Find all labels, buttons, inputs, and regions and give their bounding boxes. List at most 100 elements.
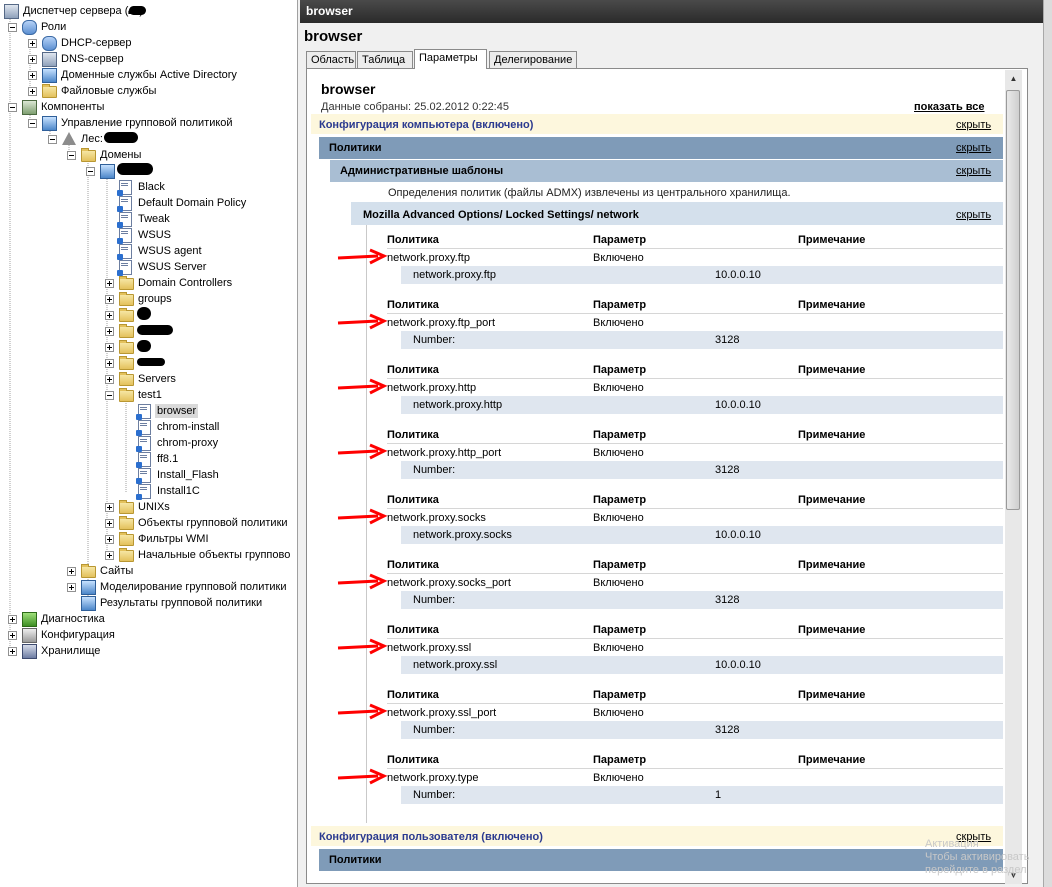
tree-node[interactable]: test1: [0, 387, 297, 403]
tree-node[interactable]: Default Domain Policy: [0, 195, 297, 212]
tree-node[interactable]: Black: [0, 179, 297, 196]
column-header-comment: Примечание: [798, 754, 866, 766]
column-header-setting: Параметр: [593, 624, 647, 636]
expand-plus-icon[interactable]: [105, 359, 114, 368]
expand-plus-icon[interactable]: [8, 615, 17, 624]
tree-node[interactable]: DNS-сервер: [0, 51, 297, 67]
expand-plus-icon[interactable]: [105, 375, 114, 384]
hide-policies-link[interactable]: скрыть: [956, 142, 991, 154]
expand-plus-icon[interactable]: [67, 567, 76, 576]
expand-plus-icon[interactable]: [28, 87, 37, 96]
tree-node[interactable]: Конфигурация: [0, 627, 297, 643]
tree-node-label: Servers: [138, 373, 176, 385]
tree-node[interactable]: DHCP-сервер: [0, 35, 297, 51]
tree-node[interactable]: ff8.1: [0, 451, 297, 468]
collapse-minus-icon[interactable]: [8, 23, 17, 32]
hide-computer-config-link[interactable]: скрыть: [956, 119, 991, 131]
expand-plus-icon[interactable]: [105, 343, 114, 352]
folder-icon: [42, 84, 57, 98]
show-all-link[interactable]: показать все: [914, 101, 985, 113]
tree-node[interactable]: Результаты групповой политики: [0, 595, 297, 611]
policy-value: 3128: [715, 464, 740, 476]
store-icon: [22, 644, 37, 659]
expand-plus-icon[interactable]: [105, 295, 114, 304]
expand-plus-icon[interactable]: [28, 71, 37, 80]
tree-node[interactable]: [0, 323, 297, 339]
policy-state: Включено: [593, 252, 644, 264]
expand-plus-icon[interactable]: [28, 55, 37, 64]
report-scrollbar[interactable]: ▲ ▼: [1005, 70, 1022, 884]
tree-node[interactable]: Начальные объекты группово: [0, 547, 297, 563]
expand-plus-icon[interactable]: [8, 647, 17, 656]
tree-node[interactable]: groups: [0, 291, 297, 307]
tree-node[interactable]: Servers: [0, 371, 297, 387]
scroll-up-arrow-icon[interactable]: ▲: [1005, 70, 1022, 87]
policy-name: network.proxy.http: [387, 382, 477, 394]
scroll-thumb[interactable]: [1006, 90, 1020, 510]
tree-node[interactable]: Файловые службы: [0, 83, 297, 99]
tree-node[interactable]: Диагностика: [0, 611, 297, 627]
tree-node[interactable]: Домены: [0, 147, 297, 163]
tab-scope[interactable]: Область: [306, 51, 356, 68]
folder-icon: [119, 372, 134, 386]
tree-node[interactable]: Tweak: [0, 211, 297, 228]
tree-node[interactable]: Роли: [0, 19, 297, 35]
expand-plus-icon[interactable]: [105, 279, 114, 288]
watermark-line: Активация: [925, 838, 979, 850]
tree-node[interactable]: Объекты групповой политики: [0, 515, 297, 531]
collapse-minus-icon[interactable]: [28, 119, 37, 128]
collapse-minus-icon[interactable]: [67, 151, 76, 160]
expand-plus-icon[interactable]: [105, 519, 114, 528]
tree-node[interactable]: chrom-install: [0, 419, 297, 436]
policy-value: 1: [715, 789, 722, 801]
tree-node-label: Управление групповой политикой: [61, 117, 233, 129]
tree-node[interactable]: [0, 339, 297, 355]
expand-plus-icon[interactable]: [105, 535, 114, 544]
tab-settings[interactable]: Параметры: [414, 49, 487, 69]
collapse-minus-icon[interactable]: [8, 103, 17, 112]
column-header-policy: Политика: [387, 234, 439, 246]
tree-node-label: Файловые службы: [61, 85, 157, 97]
hide-category-link[interactable]: скрыть: [956, 209, 991, 221]
expand-plus-icon[interactable]: [28, 39, 37, 48]
column-header-comment: Примечание: [798, 364, 866, 376]
tree-node[interactable]: Управление групповой политикой: [0, 115, 297, 131]
tree-node[interactable]: Диспетчер сервера (▬): [0, 3, 297, 19]
expand-plus-icon[interactable]: [105, 551, 114, 560]
expand-plus-icon[interactable]: [105, 503, 114, 512]
tree-node[interactable]: chrom-proxy: [0, 435, 297, 452]
expand-plus-icon[interactable]: [105, 327, 114, 336]
tree-node[interactable]: Хранилище: [0, 643, 297, 659]
tree-node[interactable]: Domain Controllers: [0, 275, 297, 291]
tree-node[interactable]: Сайты: [0, 563, 297, 579]
collapse-minus-icon[interactable]: [105, 391, 114, 400]
tree-node[interactable]: Лес:: [0, 131, 297, 147]
tree-node[interactable]: WSUS: [0, 227, 297, 244]
tree-node[interactable]: Компоненты: [0, 99, 297, 115]
collapse-minus-icon[interactable]: [86, 167, 95, 176]
expand-plus-icon[interactable]: [8, 631, 17, 640]
tree-node[interactable]: [0, 307, 297, 323]
expand-plus-icon[interactable]: [105, 311, 114, 320]
collapse-minus-icon[interactable]: [48, 135, 57, 144]
tab-delegation[interactable]: Делегирование: [489, 51, 577, 68]
tree-node[interactable]: Install1C: [0, 483, 297, 500]
tree-node[interactable]: WSUS agent: [0, 243, 297, 260]
tree-node[interactable]: WSUS Server: [0, 259, 297, 276]
window-scrollbar[interactable]: [1043, 0, 1052, 887]
hide-admin-templates-link[interactable]: скрыть: [956, 165, 991, 177]
tree-node[interactable]: Install_Flash: [0, 467, 297, 484]
tree-node[interactable]: browser: [0, 403, 297, 420]
tree-node[interactable]: Моделирование групповой политики: [0, 579, 297, 595]
policies-bar: [319, 137, 1003, 159]
folder-icon: [119, 308, 134, 322]
tree-node[interactable]: UNIXs: [0, 499, 297, 515]
console-tree[interactable]: Диспетчер сервера (▬) Роли DHCP-сервер DNS-…: [0, 0, 298, 887]
expand-plus-icon[interactable]: [67, 583, 76, 592]
tree-node[interactable]: Фильтры WMI: [0, 531, 297, 547]
tree-node-label: UNIXs: [138, 501, 170, 513]
tree-node[interactable]: [0, 355, 297, 371]
tree-node[interactable]: Доменные службы Active Directory: [0, 67, 297, 83]
tab-table[interactable]: Таблица: [357, 51, 413, 68]
tree-node[interactable]: [0, 163, 297, 179]
